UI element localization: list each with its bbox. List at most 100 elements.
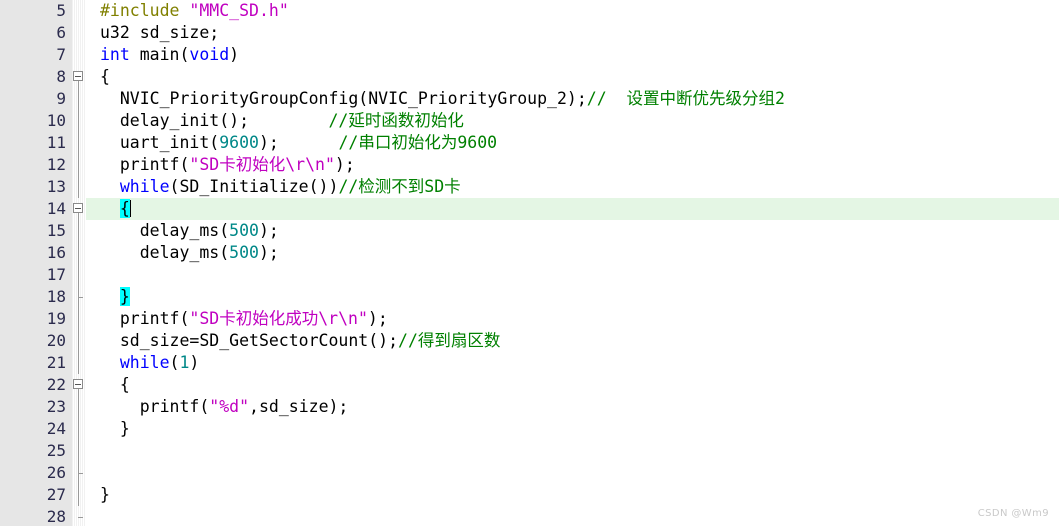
line-number: 19 (46, 309, 66, 328)
code-text-area[interactable]: #include "MMC_SD.h" u32 sd_size; int main(… (86, 0, 1059, 526)
code-token-plain: ) (229, 45, 240, 64)
line-number: 9 (56, 89, 66, 108)
code-line[interactable]: u32 sd_size; (86, 22, 1059, 44)
line-number: 11 (46, 133, 66, 152)
code-line-current[interactable]: { (86, 198, 1059, 220)
code-line[interactable]: printf("%d",sd_size); (86, 396, 1059, 418)
csdn-watermark: CSDN @Wm9 (977, 508, 1049, 519)
code-token-kw: int (100, 45, 130, 64)
fold-guide-line (72, 352, 86, 374)
code-token-num: 500 (229, 243, 259, 262)
line-number: 25 (46, 441, 66, 460)
code-token-plain: printf( (100, 397, 210, 416)
code-line[interactable] (86, 264, 1059, 286)
code-token-plain: { (100, 67, 110, 86)
line-number: 22 (46, 375, 66, 394)
code-token-plain: ); (258, 133, 339, 152)
code-token-str: "SD卡初始化成功\r\n" (189, 309, 368, 328)
code-token-plain: printf( (100, 155, 190, 174)
code-line[interactable]: sd_size=SD_GetSectorCount();//得到扇区数 (86, 330, 1059, 352)
code-folding-gutter[interactable] (72, 0, 86, 526)
code-token-pre: #include (100, 1, 180, 20)
fold-guide-line (72, 396, 86, 418)
line-number: 12 (46, 155, 66, 174)
code-line[interactable] (86, 440, 1059, 462)
fold-guide-line (72, 308, 86, 330)
code-line[interactable] (86, 462, 1059, 484)
line-number-gutter[interactable]: 5 6 7 8 9 10 11 12 13 14 15 16 17 18 19 20 21 22 23 24 25 26 2… (0, 0, 72, 526)
code-line[interactable]: delay_init(); //延时函数初始化 (86, 110, 1059, 132)
code-line[interactable]: } (86, 418, 1059, 440)
line-number: 18 (46, 287, 66, 306)
code-line[interactable]: while(1) (86, 352, 1059, 374)
code-token-kw: while (119, 177, 170, 196)
code-line[interactable]: printf("SD卡初始化成功\r\n"); (86, 308, 1059, 330)
code-line[interactable]: { (86, 374, 1059, 396)
code-token-plain: printf( (100, 309, 190, 328)
code-token-kw: void (189, 45, 230, 64)
code-token-kw: while (119, 353, 170, 372)
code-token-plain: delay_ms( (100, 243, 230, 262)
text-cursor (129, 200, 131, 217)
code-line[interactable]: printf("SD卡初始化\r\n"); (86, 154, 1059, 176)
fold-minus-icon (75, 208, 81, 209)
code-token-plain: ( (169, 353, 180, 372)
fold-guide-line (72, 264, 86, 286)
line-number: 15 (46, 221, 66, 240)
code-token-plain: (SD_Initialize()) (169, 177, 339, 196)
fold-guide-line (72, 88, 86, 110)
code-line[interactable]: delay_ms(500); (86, 220, 1059, 242)
code-line[interactable]: { (86, 66, 1059, 88)
code-token-plain: } (100, 485, 110, 504)
code-token-plain: ); (367, 309, 388, 328)
code-token-str: "MMC_SD.h" (189, 1, 289, 20)
line-number: 24 (46, 419, 66, 438)
code-token-com: // 设置中断优先级分组2 (586, 89, 785, 108)
code-token-brace: } (119, 287, 130, 306)
fold-empty (72, 0, 86, 22)
code-token-com: //得到扇区数 (398, 331, 501, 350)
code-line[interactable]: uart_init(9600); //串口初始化为9600 (86, 132, 1059, 154)
fold-collapse-box[interactable] (72, 66, 86, 88)
code-token-num: 500 (229, 221, 259, 240)
code-token-plain: { (100, 375, 130, 394)
code-token-plain: ,sd_size); (249, 397, 349, 416)
code-token-com: //检测不到SD卡 (338, 177, 461, 196)
code-token-brace: { (119, 199, 130, 218)
line-number: 6 (56, 23, 66, 42)
code-line[interactable]: NVIC_PriorityGroupConfig(NVIC_PriorityGr… (86, 88, 1059, 110)
code-line[interactable]: while(SD_Initialize())//检测不到SD卡 (86, 176, 1059, 198)
fold-region-tick (72, 286, 86, 308)
fold-collapse-box[interactable] (72, 374, 86, 396)
fold-region-end (72, 506, 86, 528)
line-number: 8 (56, 67, 66, 86)
code-token-com: //延时函数初始化 (328, 111, 464, 130)
fold-minus-icon (75, 384, 81, 385)
fold-collapse-box[interactable] (72, 198, 86, 220)
line-number: 5 (56, 1, 66, 20)
line-number: 14 (46, 199, 66, 218)
code-token-plain: u32 sd_size; (100, 23, 220, 42)
line-number: 7 (56, 45, 66, 64)
code-line[interactable]: #include "MMC_SD.h" (86, 0, 1059, 22)
code-line[interactable] (86, 506, 1059, 526)
fold-guide-line (72, 220, 86, 242)
fold-guide-line (72, 154, 86, 176)
code-line[interactable]: } (86, 286, 1059, 308)
line-number: 28 (46, 507, 66, 526)
code-line[interactable]: } (86, 484, 1059, 506)
code-line[interactable]: int main(void) (86, 44, 1059, 66)
fold-empty (72, 22, 86, 44)
code-editor[interactable]: 5 6 7 8 9 10 11 12 13 14 15 16 17 18 19 20 21 22 23 24 25 26 2… (0, 0, 1059, 526)
line-number: 21 (46, 353, 66, 372)
code-line[interactable]: delay_ms(500); (86, 242, 1059, 264)
code-token-plain: sd_size=SD_GetSectorCount(); (100, 331, 399, 350)
line-number: 10 (46, 111, 66, 130)
code-token-com: //串口初始化为9600 (338, 133, 498, 152)
code-token-plain: NVIC_PriorityGroupConfig(NVIC_PriorityGr… (100, 89, 587, 108)
code-token-plain: main( (129, 45, 190, 64)
